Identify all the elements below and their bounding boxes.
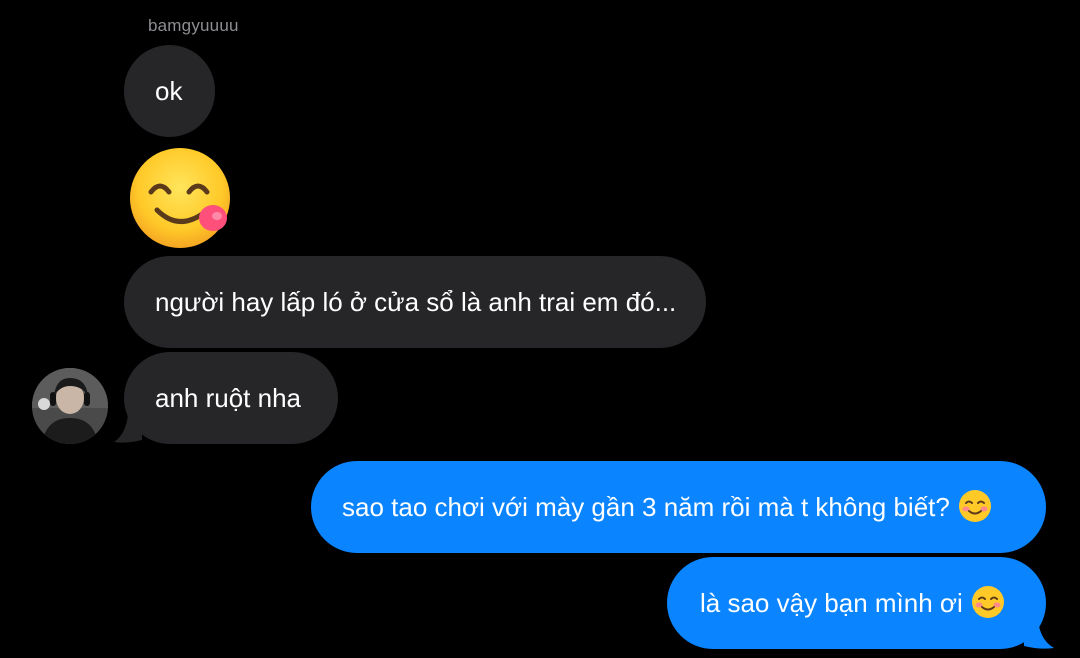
message-bubble-incoming[interactable]: người hay lấp ló ở cửa sổ là anh trai em… (124, 256, 706, 348)
message-text: ok (155, 76, 183, 106)
message-text: là sao vậy bạn mình ơi (700, 588, 963, 618)
smiling-face-emoji-icon (958, 490, 991, 523)
user-avatar-icon (32, 368, 108, 444)
message-text: sao tao chơi với mày gần 3 năm rồi mà t … (342, 492, 950, 522)
message-bubble-incoming[interactable]: ok (124, 45, 215, 137)
sender-name: bamgyuuuu (148, 16, 239, 35)
message-bubble-incoming[interactable]: anh ruột nha (124, 352, 338, 444)
message-bubble-outgoing[interactable]: sao tao chơi với mày gần 3 năm rồi mà t … (311, 461, 1046, 553)
message-text: anh ruột nha (155, 383, 302, 413)
avatar[interactable] (32, 368, 108, 444)
smiling-face-emoji-icon (971, 586, 1004, 619)
message-bubble-outgoing[interactable]: là sao vậy bạn mình ơi (667, 557, 1046, 649)
message-text: người hay lấp ló ở cửa sổ là anh trai em… (155, 287, 677, 317)
bubble-tail-outgoing (1024, 620, 1054, 649)
savoring-food-emoji-icon[interactable] (127, 144, 235, 252)
